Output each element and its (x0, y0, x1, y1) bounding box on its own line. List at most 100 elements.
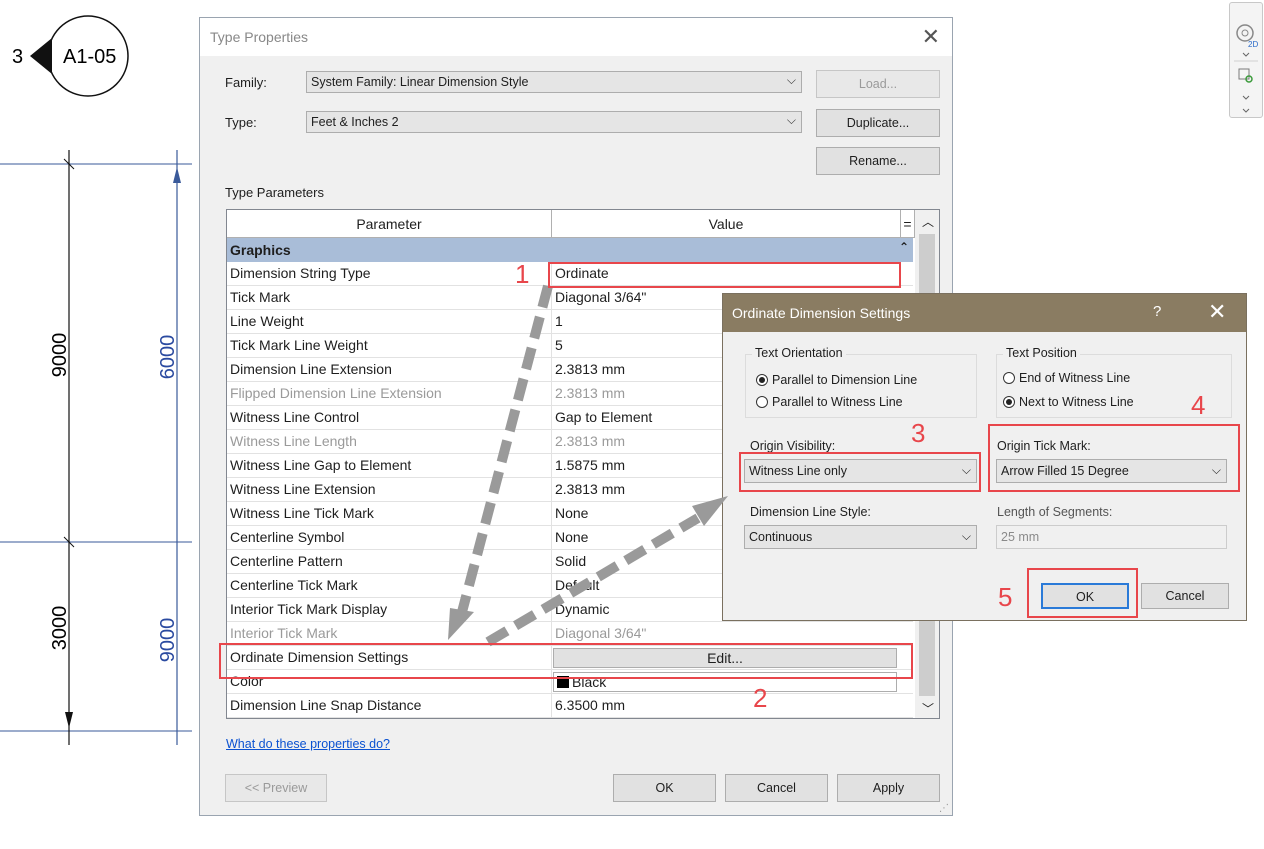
column-separator (551, 574, 552, 598)
chevron-down-icon: ⌵ (961, 529, 971, 543)
callout-number: 3 (12, 46, 23, 68)
column-separator (551, 550, 552, 574)
type-label: Type: (225, 115, 257, 130)
parameter-name: Flipped Dimension Line Extension (230, 385, 442, 401)
column-separator (551, 598, 552, 622)
highlight-box (1027, 568, 1138, 618)
column-separator (551, 694, 552, 718)
family-value: System Family: Linear Dimension Style (311, 75, 529, 89)
scroll-up-icon[interactable]: ︿ (922, 213, 934, 230)
callout-sheet: A1-05 (63, 46, 116, 68)
radio-label: End of Witness Line (1019, 371, 1131, 385)
dim-line-style-dropdown[interactable]: Continuous ⌵ (744, 525, 977, 549)
dim-line-style-value: Continuous (749, 530, 813, 544)
radio-parallel-dimension[interactable]: Parallel to Dimension Line (756, 373, 917, 387)
radio-parallel-witness[interactable]: Parallel to Witness Line (756, 395, 903, 409)
parameter-name: Centerline Tick Mark (230, 577, 358, 593)
close-icon[interactable]: ✕ (1208, 299, 1226, 325)
duplicate-button[interactable]: Duplicate... (816, 109, 940, 137)
parameter-name: Centerline Pattern (230, 553, 343, 569)
parameter-name: Line Weight (230, 313, 304, 329)
radio-next-witness[interactable]: Next to Witness Line (1003, 395, 1134, 409)
parameter-name: Tick Mark Line Weight (230, 337, 368, 353)
navigation-bar[interactable]: 2D (1229, 2, 1263, 118)
parameter-name: Interior Tick Mark (230, 625, 338, 641)
parameter-name: Interior Tick Mark Display (230, 601, 388, 617)
parameter-name: Witness Line Gap to Element (230, 457, 412, 473)
title-bar[interactable]: Type Properties ✕ (200, 18, 952, 56)
dimension-label: 6000 (157, 335, 179, 380)
parameter-name: Tick Mark (230, 289, 291, 305)
column-separator (551, 286, 552, 310)
chevron-down-icon: ⌵ (786, 113, 796, 127)
highlight-box (988, 424, 1240, 492)
parameter-name: Witness Line Length (230, 433, 357, 449)
rename-button[interactable]: Rename... (816, 147, 940, 175)
scroll-down-icon[interactable]: ﹀ (922, 700, 934, 717)
section-graphics[interactable]: Graphics ⌃ (227, 238, 913, 262)
parameter-name: Dimension String Type (230, 265, 371, 281)
dialog-title: Type Properties (210, 29, 309, 45)
chevron-down-icon: ⌵ (786, 73, 796, 87)
load-button[interactable]: Load... (816, 70, 940, 98)
type-value: Feet & Inches 2 (311, 115, 399, 129)
column-separator (551, 430, 552, 454)
parameter-name: Witness Line Tick Mark (230, 505, 374, 521)
ordinate-cancel-button[interactable]: Cancel (1141, 583, 1229, 609)
parameter-name: Dimension Line Snap Distance (230, 697, 422, 713)
parameter-value[interactable]: 6.3500 mm (555, 697, 905, 713)
parameter-name: Dimension Line Extension (230, 361, 392, 377)
resize-grip-icon[interactable]: ⋰ (939, 803, 949, 814)
column-separator (551, 478, 552, 502)
annotation-number: 5 (998, 582, 1013, 612)
column-separator (551, 454, 552, 478)
parameter-name: Witness Line Control (230, 409, 360, 425)
table-row[interactable]: Dimension Line Snap Distance 6.3500 mm (227, 694, 913, 718)
column-header-value[interactable]: Value (552, 210, 901, 238)
length-segments-field[interactable]: 25 mm (996, 525, 1227, 549)
ordinate-dialog-title: Ordinate Dimension Settings (732, 305, 911, 321)
column-separator (551, 334, 552, 358)
column-header-equals[interactable]: = (901, 210, 915, 238)
column-separator (551, 502, 552, 526)
radio-icon (756, 396, 768, 408)
column-separator (551, 310, 552, 334)
radio-icon (1003, 372, 1015, 384)
highlight-box (219, 643, 913, 679)
column-header-parameter[interactable]: Parameter (227, 210, 552, 238)
radio-label: Next to Witness Line (1019, 395, 1134, 409)
annotation-number: 4 (1191, 390, 1206, 420)
help-link[interactable]: What do these properties do? (226, 737, 390, 751)
dimension-label: 3000 (49, 606, 71, 651)
annotation-number: 3 (911, 418, 926, 448)
cancel-button[interactable]: Cancel (725, 774, 828, 802)
radio-end-witness[interactable]: End of Witness Line (1003, 371, 1130, 385)
family-dropdown[interactable]: System Family: Linear Dimension Style ⌵ (306, 71, 802, 93)
column-separator (551, 526, 552, 550)
section-label: Graphics (230, 242, 291, 258)
ordinate-title-bar[interactable]: Ordinate Dimension Settings ? ✕ (723, 294, 1246, 332)
radio-label: Parallel to Witness Line (772, 395, 903, 409)
family-label: Family: (225, 75, 267, 90)
column-separator (551, 358, 552, 382)
text-position-label: Text Position (1003, 346, 1080, 360)
dim-line-style-label: Dimension Line Style: (750, 505, 871, 519)
radio-selected-icon (756, 374, 768, 386)
help-icon[interactable]: ? (1153, 303, 1161, 320)
radio-selected-icon (1003, 396, 1015, 408)
parameter-name: Centerline Symbol (230, 529, 345, 545)
collapse-icon[interactable]: ⌃ (899, 240, 909, 254)
preview-button[interactable]: << Preview (225, 774, 327, 802)
column-separator (551, 406, 552, 430)
type-dropdown[interactable]: Feet & Inches 2 ⌵ (306, 111, 802, 133)
origin-visibility-label: Origin Visibility: (750, 439, 836, 453)
apply-button[interactable]: Apply (837, 774, 940, 802)
dimension-label: 9000 (49, 333, 71, 378)
parameter-value[interactable]: Diagonal 3/64" (555, 625, 905, 641)
type-parameters-label: Type Parameters (225, 185, 324, 200)
highlight-box (739, 452, 981, 492)
callout-arrow (30, 38, 52, 74)
parameter-name: Witness Line Extension (230, 481, 376, 497)
close-icon[interactable]: ✕ (922, 24, 940, 50)
ok-button[interactable]: OK (613, 774, 716, 802)
